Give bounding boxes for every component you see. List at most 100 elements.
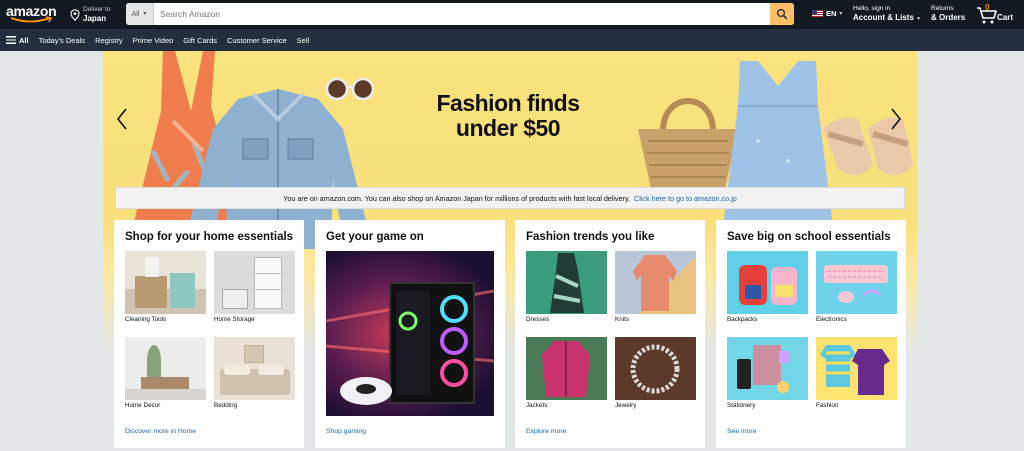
keyboard-illustration [824,265,888,303]
tile-caption: Electronics [816,316,847,323]
nav-link-prime-video[interactable]: Prime Video [133,36,174,45]
tile-electronics[interactable]: Electronics [816,251,897,337]
stationery-image [727,337,808,400]
necklace-illustration [630,344,680,394]
nav-link-gift-cards[interactable]: Gift Cards [183,36,217,45]
nav-link-registry[interactable]: Registry [95,36,123,45]
account-lists-label: Account & Lists ▼ [853,13,922,22]
search-category-label: All [131,10,140,18]
backpacks-image [727,251,808,314]
knits-image [615,251,696,314]
top-navbar: amazon Deliver to Japan All ▼ E [0,0,1024,29]
locale-redirect-link[interactable]: Click here to go to amazon.co.jp [634,194,737,203]
chevron-down-icon: ▼ [916,16,922,22]
hero-headline-line2: under $50 [455,115,561,141]
chevron-down-icon: ▼ [838,10,844,17]
card-home-essentials: Shop for your home essentials Cleaning T… [114,220,304,448]
deliver-label: Deliver to [83,6,111,13]
gaming-pc-image[interactable] [326,251,494,416]
deliver-to[interactable]: Deliver to Japan [70,4,110,26]
all-label: All [19,35,29,45]
tile-bedding[interactable]: Bedding [214,337,295,423]
tile-jewelry[interactable]: Jewelry [615,337,696,423]
account-greeting: Hello, sign in [853,5,891,12]
cart-count: 0 [985,3,990,12]
tile-stationery[interactable]: Stationery [727,337,808,423]
tile-caption: Jackets [526,402,548,409]
card-title: Get your game on [326,231,424,243]
all-menu-button[interactable]: All [6,36,29,45]
card-title: Fashion trends you like [526,231,655,243]
card-title: Shop for your home essentials [125,231,294,243]
search-input[interactable] [154,3,770,25]
tile-caption: Home Decor [125,402,161,409]
hero-headline: Fashion finds under $50 [433,91,583,141]
sunglasses-image [325,77,375,101]
electronics-image [816,251,897,314]
carousel-prev-arrow-icon[interactable] [115,107,129,131]
hero-headline-line1: Fashion finds [436,90,581,116]
card-fashion-trends: Fashion trends you like Dresses Knits Ja… [515,220,705,448]
nav-link-sell[interactable]: Sell [297,36,310,45]
search-category-select[interactable]: All ▼ [126,3,154,25]
search-button[interactable] [770,3,794,25]
card-link[interactable]: Shop gaming [326,428,366,435]
nav-link-customer-service[interactable]: Customer Service [227,36,287,45]
locale-notice-banner: You are on amazon.com. You can also shop… [115,187,905,209]
tile-caption: Knits [615,316,629,323]
card-title: Save big on school essentials [727,231,891,243]
tile-dresses[interactable]: Dresses [526,251,607,337]
nav-link-todays-deals[interactable]: Today's Deals [39,36,85,45]
home-storage-image [214,251,295,314]
search-bar: All ▼ [126,3,794,25]
smile-arrow-icon [10,16,53,23]
card-link[interactable]: Explore more [526,428,566,435]
deliver-country: Japan [83,14,107,23]
tile-home-decor[interactable]: Home Decor [125,337,206,423]
tile-cleaning-tools[interactable]: Cleaning Tools [125,251,206,337]
returns-label: Returns [931,5,954,12]
language-label: EN [826,9,837,18]
account-menu[interactable]: Hello, sign in Account & Lists ▼ [853,5,921,24]
dresses-image [526,251,607,314]
tile-caption: Jewelry [615,402,637,409]
tile-backpacks[interactable]: Backpacks [727,251,808,337]
home-decor-image [125,337,206,400]
orders-label: & Orders [931,13,966,22]
amazon-logo[interactable]: amazon [6,3,62,25]
tile-caption: Dresses [526,316,550,323]
hamburger-menu-icon [6,36,16,44]
gaming-pc-illustration [326,282,494,405]
card-gaming: Get your game on Shop gaming [315,220,505,448]
card-link[interactable]: See more [727,428,756,435]
search-icon [776,8,788,20]
tile-home-storage[interactable]: Home Storage [214,251,295,337]
card-school-essentials: Save big on school essentials Backpacks … [716,220,906,448]
language-selector[interactable]: EN ▼ [812,9,843,18]
jacket-illustration [542,341,590,397]
carousel-next-arrow-icon[interactable] [889,107,903,131]
tile-caption: Stationery [727,402,756,409]
sub-navbar: All Today's Deals Registry Prime Video G… [0,29,1024,51]
us-flag-icon [812,10,823,17]
tile-caption: Home Storage [214,316,255,323]
tile-caption: Fashion [816,402,839,409]
returns-orders[interactable]: Returns & Orders [931,5,965,23]
tile-fashion[interactable]: Fashion [816,337,897,423]
tile-knits[interactable]: Knits [615,251,696,337]
kids-clothes-illustration [820,345,890,395]
backpack-illustration [739,265,797,305]
bedding-image [214,337,295,400]
cart-button[interactable]: 0 Cart [976,3,1020,26]
knit-top-illustration [633,255,677,311]
jewelry-image [615,337,696,400]
kids-fashion-image [816,337,897,400]
locale-notice-text: You are on amazon.com. You can also shop… [283,193,631,203]
jackets-image [526,337,607,400]
dress-illustration [550,253,584,313]
tile-caption: Backpacks [727,316,758,323]
tile-jackets[interactable]: Jackets [526,337,607,423]
stationery-illustration [737,345,789,393]
chevron-down-icon: ▼ [142,11,148,17]
card-link[interactable]: Discover more in Home [125,428,196,435]
